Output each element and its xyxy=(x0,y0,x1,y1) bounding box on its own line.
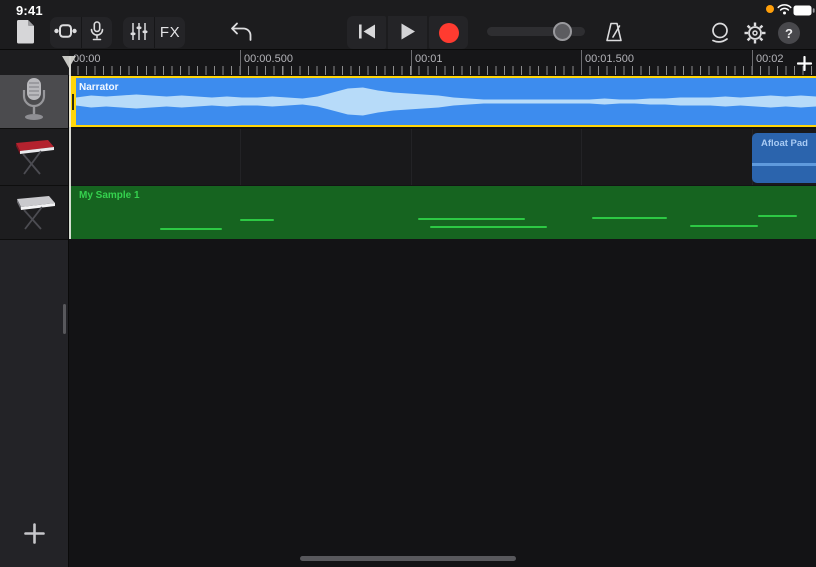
loop-browser-button[interactable] xyxy=(707,21,733,47)
controls-segmented-control: FX xyxy=(123,17,185,48)
afloat-pad-midi-region[interactable]: Afloat Pad xyxy=(752,133,816,183)
midi-note xyxy=(418,218,525,220)
orange-privacy-dot-icon xyxy=(766,5,774,13)
tracks-view-button[interactable] xyxy=(50,17,81,48)
help-button[interactable]: ? xyxy=(778,22,800,44)
trim-grip-icon xyxy=(72,94,74,110)
timeline-ruler[interactable]: 00:00 00:00.500 00:01 00:01.500 00:02 xyxy=(69,50,816,75)
plus-icon xyxy=(24,523,45,547)
gray-keyboard-instrument-icon xyxy=(10,188,58,237)
help-label: ? xyxy=(785,26,793,41)
fx-label: FX xyxy=(160,24,180,41)
battery-icon xyxy=(793,3,815,21)
document-icon xyxy=(15,19,36,47)
my-songs-button[interactable] xyxy=(12,20,38,46)
plus-icon xyxy=(797,56,812,74)
ruler-major-tick xyxy=(411,50,412,75)
ruler-time-label: 00:00 xyxy=(73,53,101,65)
wifi-icon xyxy=(777,2,792,20)
track-header-voice[interactable] xyxy=(0,75,68,128)
undo-button[interactable] xyxy=(227,19,255,47)
view-segmented-control xyxy=(50,17,112,48)
ruler-major-tick xyxy=(581,50,582,75)
ruler-time-label: 00:01.500 xyxy=(585,53,634,65)
vertical-scroll-indicator[interactable] xyxy=(63,304,66,334)
header-divider xyxy=(0,239,68,240)
timeline-area: Narrator Afloat Pad My Sample 1 xyxy=(69,75,816,567)
metronome-icon xyxy=(603,21,625,46)
volume-slider[interactable] xyxy=(487,27,585,36)
midi-note xyxy=(752,163,816,166)
narrator-audio-region[interactable]: Narrator xyxy=(69,76,816,127)
red-keyboard-instrument-icon xyxy=(10,133,58,182)
midi-note xyxy=(592,217,667,219)
playhead[interactable] xyxy=(69,56,71,239)
region-label: My Sample 1 xyxy=(79,190,140,201)
settings-button[interactable] xyxy=(742,21,768,47)
volume-slider-thumb[interactable] xyxy=(553,22,572,41)
horizontal-scrollbar[interactable] xyxy=(300,556,516,561)
track-header-keys[interactable] xyxy=(0,129,68,185)
gear-icon xyxy=(743,21,767,48)
ruler-time-label: 00:02 xyxy=(756,53,784,65)
midi-note xyxy=(430,226,547,228)
fx-button[interactable]: FX xyxy=(154,17,185,48)
add-section-button[interactable] xyxy=(794,55,814,75)
ruler-time-label: 00:01 xyxy=(415,53,443,65)
undo-icon xyxy=(229,21,253,46)
beat-gridline xyxy=(581,129,582,185)
play-button[interactable] xyxy=(388,16,427,49)
region-label: Narrator xyxy=(79,82,118,93)
keys-track-lane[interactable] xyxy=(69,129,816,185)
track-header-column xyxy=(0,75,69,567)
record-button[interactable] xyxy=(429,16,468,49)
beat-gridline xyxy=(240,129,241,185)
play-icon xyxy=(400,23,416,43)
beat-gridline xyxy=(411,129,412,185)
record-icon xyxy=(439,23,459,43)
metronome-button[interactable] xyxy=(601,20,627,46)
toolbar: 9:41 xyxy=(0,0,816,50)
transport-controls xyxy=(347,16,468,49)
midi-note xyxy=(160,228,222,230)
ruler-major-tick xyxy=(240,50,241,75)
midi-note xyxy=(690,225,758,227)
ruler-time-label: 00:00.500 xyxy=(244,53,293,65)
playhead-flag-icon[interactable] xyxy=(62,56,76,68)
track-controls-button[interactable] xyxy=(123,17,154,48)
region-label: Afloat Pad xyxy=(761,138,808,149)
garageband-screen: 9:41 xyxy=(0,0,816,567)
microphone-icon xyxy=(89,21,105,44)
midi-note xyxy=(240,219,274,221)
ruler-corner xyxy=(0,50,69,75)
my-sample-midi-region[interactable]: My Sample 1 xyxy=(69,186,816,239)
track-header-sampler[interactable] xyxy=(0,186,68,239)
mixer-sliders-icon xyxy=(130,22,148,44)
status-time: 9:41 xyxy=(16,3,43,18)
ruler-major-tick xyxy=(752,50,753,75)
skip-to-start-icon xyxy=(358,24,376,42)
midi-note xyxy=(758,215,797,217)
rewind-button[interactable] xyxy=(347,16,386,49)
instrument-button[interactable] xyxy=(81,17,112,48)
add-track-button[interactable] xyxy=(23,524,45,546)
audio-waveform xyxy=(76,78,816,125)
tracks-view-icon xyxy=(54,24,77,41)
microphone-instrument-icon xyxy=(15,76,53,127)
loop-browser-icon xyxy=(708,21,732,47)
